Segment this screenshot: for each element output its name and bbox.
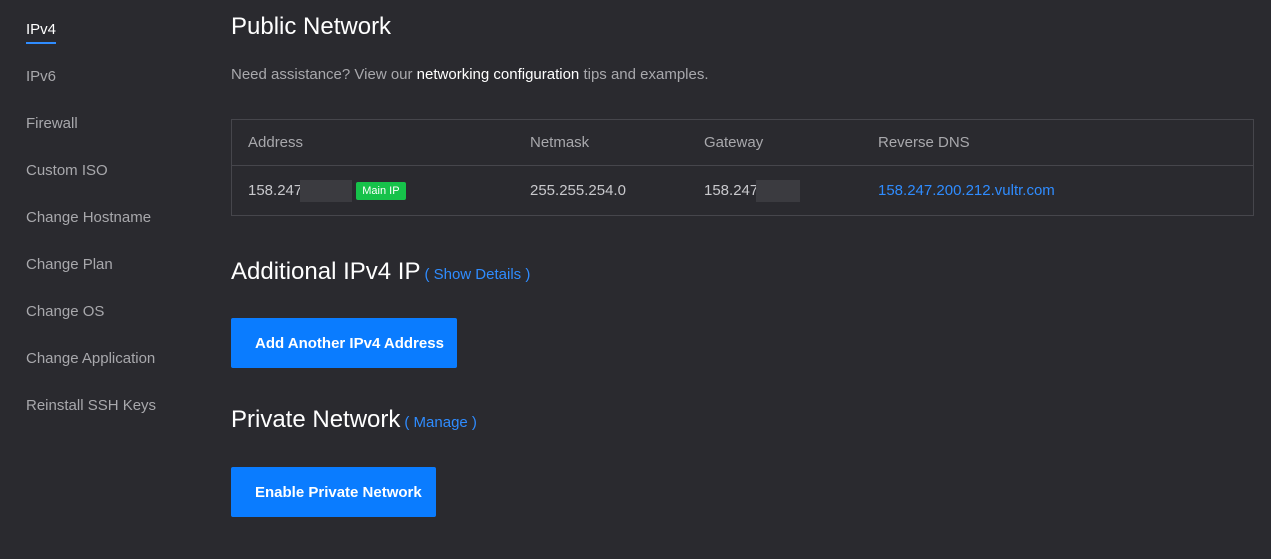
redacted-block (300, 180, 353, 202)
additional-ipv4-title: Additional IPv4 IP (231, 258, 421, 285)
public-network-title: Public Network (231, 13, 392, 40)
sidebar-item-label: Firewall (26, 115, 78, 132)
public-network-table: Address Netmask Gateway Reverse DNS 158.… (231, 119, 1254, 216)
gateway-value: 158.247 (704, 181, 759, 199)
sidebar-item-label: Change OS (26, 303, 105, 320)
sidebar-item-label: Change Hostname (26, 209, 152, 226)
assistance-text: Need assistance? View our networking con… (231, 66, 709, 83)
sidebar-item-label: Custom ISO (26, 162, 108, 179)
sidebar-item-label: IPv4 (26, 21, 57, 38)
sidebar-item-ipv6[interactable]: IPv6 (26, 68, 56, 85)
sidebar-item-change-plan[interactable]: Change Plan (26, 256, 113, 273)
header-reverse-dns: Reverse DNS (878, 134, 970, 151)
sidebar-item-change-os[interactable]: Change OS (26, 303, 104, 320)
sidebar-item-change-hostname[interactable]: Change Hostname (26, 209, 151, 226)
header-gateway: Gateway (704, 134, 764, 151)
table-header-row: Address Netmask Gateway Reverse DNS (232, 120, 1253, 166)
page: IPv4 IPv6 Firewall Custom ISO Change Hos… (0, 0, 1271, 559)
sidebar-item-reinstall-ssh-keys[interactable]: Reinstall SSH Keys (26, 397, 156, 414)
manage-link[interactable]: ( Manage ) (404, 414, 477, 431)
active-tab-indicator (26, 42, 56, 44)
main-ip-badge: Main IP (356, 182, 406, 200)
gateway-cell: 158.247 (704, 180, 801, 202)
sidebar-item-label: IPv6 (26, 68, 57, 85)
redacted-block (756, 180, 801, 202)
sidebar-item-change-application[interactable]: Change Application (26, 350, 155, 367)
networking-configuration-link[interactable]: networking configuration (417, 66, 580, 83)
sidebar-item-ipv4[interactable]: IPv4 (26, 21, 56, 38)
assist-suffix: tips and examples. (579, 66, 709, 83)
header-address: Address (248, 134, 304, 151)
add-ipv4-address-button[interactable]: Add Another IPv4 Address (231, 318, 457, 368)
private-network-section: Private Network( Manage ) (231, 406, 477, 434)
header-netmask: Netmask (530, 134, 590, 151)
sidebar-item-label: Change Plan (26, 256, 113, 273)
address-value: 158.247 (248, 181, 303, 199)
netmask-value: 255.255.254.0 (530, 182, 626, 199)
sidebar-item-label: Reinstall SSH Keys (26, 397, 157, 414)
sidebar-item-firewall[interactable]: Firewall (26, 115, 78, 132)
reverse-dns-link[interactable]: 158.247.200.212.vultr.com (878, 182, 1055, 199)
private-network-title: Private Network (231, 406, 401, 433)
additional-ipv4-section: Additional IPv4 IP( Show Details ) (231, 258, 530, 286)
show-details-link[interactable]: ( Show Details ) (424, 266, 530, 283)
assist-prefix: Need assistance? View our (231, 66, 417, 83)
enable-private-network-button[interactable]: Enable Private Network (231, 467, 436, 517)
sidebar-item-custom-iso[interactable]: Custom ISO (26, 162, 108, 179)
address-cell: 158.247 Main IP (248, 180, 406, 202)
sidebar-item-label: Change Application (26, 350, 156, 367)
